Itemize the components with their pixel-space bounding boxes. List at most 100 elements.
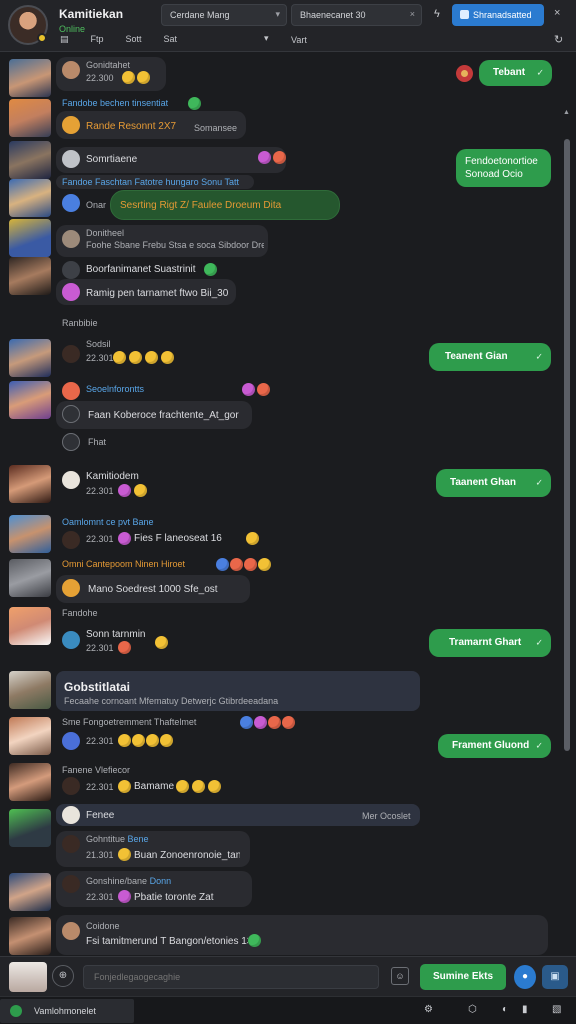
emoji-icon bbox=[145, 351, 158, 364]
notification-icon[interactable]: ◐ bbox=[502, 1004, 508, 1015]
avatar[interactable] bbox=[9, 607, 51, 645]
message-text: Omni Cantepoom Ninen Hiroet bbox=[62, 559, 186, 569]
reaction-icon[interactable] bbox=[456, 65, 473, 82]
avatar[interactable] bbox=[9, 717, 51, 755]
display-icon[interactable]: ▧ bbox=[552, 1004, 561, 1015]
share-button[interactable]: Shranadsatted bbox=[452, 4, 544, 26]
header-tool-sott[interactable]: Sott bbox=[126, 34, 142, 45]
emoji-picker-icon[interactable]: ☺ bbox=[391, 967, 409, 985]
shield-icon[interactable]: ⬡ bbox=[468, 1004, 477, 1015]
image-icon[interactable]: ▣ bbox=[542, 965, 568, 989]
tab-bhaenecanet[interactable]: Bhaenecanet 30 × bbox=[291, 4, 422, 26]
emoji-icon bbox=[258, 151, 271, 164]
message-time: 22.301 bbox=[86, 486, 114, 496]
emoji-icon bbox=[113, 351, 126, 364]
avatar[interactable] bbox=[9, 962, 47, 992]
scroll-up-icon[interactable]: ▲ bbox=[563, 109, 570, 116]
send-button[interactable]: Sumine Ekts bbox=[420, 964, 506, 990]
avatar bbox=[62, 922, 80, 940]
avatar bbox=[62, 345, 80, 363]
microphone-icon[interactable]: ● bbox=[514, 965, 536, 989]
emoji-icon bbox=[146, 734, 159, 747]
emoji-icon bbox=[137, 71, 150, 84]
message-text: Fsi tamitmerund T Bangon/etonies 13 bbox=[86, 936, 248, 947]
avatar bbox=[62, 150, 80, 168]
network-icon[interactable]: ▮ bbox=[522, 1004, 528, 1015]
avatar[interactable] bbox=[9, 809, 51, 847]
tab-close-icon[interactable]: ▾ bbox=[275, 9, 280, 20]
outgoing-message[interactable]: Fendoetonortioe Sonoad Ocio bbox=[456, 149, 551, 187]
message-text: Pbatie toronte Zat bbox=[134, 892, 214, 903]
avatar[interactable] bbox=[9, 99, 51, 137]
menu-icon[interactable]: ▤ bbox=[60, 34, 69, 45]
outgoing-message[interactable]: Frament Gluond ✓ bbox=[438, 734, 551, 758]
message-text: Fhat bbox=[88, 437, 107, 447]
avatar[interactable] bbox=[9, 257, 51, 295]
avatar[interactable] bbox=[9, 671, 51, 709]
outgoing-message[interactable]: Teanent Gian ✓ bbox=[429, 343, 551, 371]
avatar[interactable] bbox=[9, 873, 51, 911]
read-check-icon: ✓ bbox=[536, 67, 544, 78]
avatar[interactable] bbox=[9, 559, 51, 597]
info-right: Mer Ocoslet bbox=[362, 811, 411, 821]
message-text: Rande Resonnt 2X7 bbox=[86, 121, 177, 132]
avatar[interactable] bbox=[9, 515, 51, 553]
app-header: Kamitiekan Online ▤ Ftp Sott Sat ▾ Vart … bbox=[0, 0, 576, 52]
avatar[interactable] bbox=[9, 381, 51, 419]
lightning-icon[interactable]: ϟ bbox=[434, 8, 440, 20]
emoji-icon bbox=[122, 71, 135, 84]
sync-icon[interactable]: ↻ bbox=[554, 33, 563, 46]
outgoing-message[interactable]: Tebant ✓ bbox=[479, 60, 552, 86]
tab-cerdane[interactable]: Cerdane Mang ▾ bbox=[161, 4, 287, 26]
avatar[interactable] bbox=[9, 917, 51, 955]
avatar[interactable] bbox=[9, 339, 51, 377]
emoji-icon bbox=[258, 558, 271, 571]
emoji-icon bbox=[176, 780, 189, 793]
avatar[interactable] bbox=[9, 179, 51, 217]
emoji-icon bbox=[134, 484, 147, 497]
message-input[interactable] bbox=[83, 965, 379, 989]
message-text: Faan Koberoce frachtente_At_gor bbox=[88, 410, 239, 421]
header-last-label[interactable]: Vart bbox=[291, 35, 307, 45]
settings-icon[interactable]: ⚙ bbox=[424, 1004, 433, 1015]
tab-close-icon[interactable]: × bbox=[410, 9, 415, 19]
message-sender: Gonidtahet bbox=[86, 60, 131, 70]
scrollbar[interactable]: ▲ ▼ bbox=[563, 109, 571, 956]
emoji-icon bbox=[118, 734, 131, 747]
avatar[interactable] bbox=[9, 465, 51, 503]
avatar bbox=[62, 777, 80, 795]
profile-status: Online bbox=[59, 24, 86, 34]
emoji-icon bbox=[273, 151, 286, 164]
emoji-icon bbox=[268, 716, 281, 729]
avatar[interactable] bbox=[9, 141, 51, 179]
emoji-icon bbox=[155, 636, 168, 649]
header-tool-sat[interactable]: Sat bbox=[164, 34, 178, 45]
taskbar-app[interactable]: Vamlohmonelet bbox=[0, 999, 134, 1023]
avatar[interactable] bbox=[9, 763, 51, 801]
outgoing-message[interactable]: Taanent Ghan ✓ bbox=[436, 469, 551, 497]
avatar[interactable] bbox=[9, 59, 51, 97]
message-extra: Somansee bbox=[194, 123, 238, 133]
avatar bbox=[62, 732, 80, 750]
emoji-icon bbox=[230, 558, 243, 571]
message-bubble[interactable] bbox=[56, 915, 548, 955]
avatar[interactable] bbox=[9, 219, 51, 257]
scroll-thumb[interactable] bbox=[564, 139, 570, 751]
outgoing-message[interactable]: Tramarnt Ghart ✓ bbox=[429, 629, 551, 657]
taskbar-app-label: Vamlohmonelet bbox=[34, 1006, 96, 1016]
message-text: Fandoe Faschtan Fatotre hungaro Sonu Tat… bbox=[62, 177, 239, 187]
close-icon[interactable]: × bbox=[554, 7, 560, 19]
avatar bbox=[62, 579, 80, 597]
message-text: Sme Fongoetremment Thaftelmet bbox=[62, 717, 197, 727]
emoji-icon bbox=[257, 383, 270, 396]
emoji-icon bbox=[204, 263, 217, 276]
avatar bbox=[62, 116, 80, 134]
pinned-title: Gobstitlatai bbox=[64, 680, 131, 694]
emoji-icon bbox=[118, 532, 131, 545]
attach-icon[interactable]: ⊕ bbox=[52, 965, 74, 987]
message-time: 22.301 bbox=[86, 643, 114, 653]
chevron-down-icon[interactable]: ▾ bbox=[264, 33, 269, 44]
header-tool-ftp[interactable]: Ftp bbox=[91, 34, 104, 45]
avatar bbox=[62, 261, 80, 279]
message-sender: Gonshine/bane Donn bbox=[86, 876, 172, 886]
